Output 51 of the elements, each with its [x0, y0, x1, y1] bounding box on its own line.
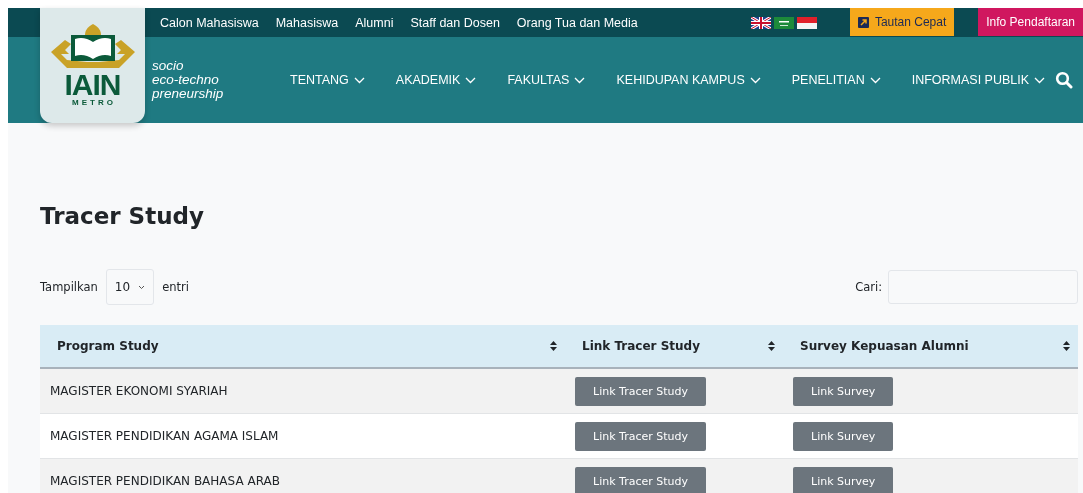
tagline-line: eco-techno — [152, 73, 220, 87]
survey-button[interactable]: Link Survey — [793, 466, 894, 493]
logo-card[interactable]: IAIN METRO — [40, 8, 145, 123]
search-icon[interactable] — [1055, 71, 1073, 89]
chevron-down-icon — [353, 76, 365, 84]
uk-flag-icon[interactable] — [750, 16, 771, 29]
search-label: Cari: — [855, 280, 882, 294]
program-name: MAGISTER PENDIDIKAN AGAMA ISLAM — [50, 429, 279, 443]
column-header[interactable]: Link Tracer Study — [582, 339, 701, 353]
nav-menu-item[interactable]: AKADEMIK — [395, 73, 477, 87]
tracer-study-button[interactable]: Link Tracer Study — [575, 421, 706, 451]
length-suffix: entri — [162, 280, 189, 294]
program-name: MAGISTER PENDIDIKAN BAHASA ARAB — [50, 474, 280, 488]
tracer-study-button[interactable]: Link Tracer Study — [575, 466, 706, 493]
sort-icon[interactable] — [550, 341, 557, 351]
indonesia-flag-icon[interactable] — [796, 16, 817, 29]
logo-name: IAIN — [64, 72, 121, 98]
chevron-down-icon — [465, 76, 477, 84]
tracer-study-button[interactable]: Link Tracer Study — [575, 376, 706, 406]
tagline-line: socio — [152, 59, 185, 73]
sort-icon[interactable] — [768, 341, 775, 351]
top-link[interactable]: Mahasiswa — [275, 15, 339, 30]
chevron-down-icon — [869, 76, 881, 84]
register-button[interactable]: Info Pendaftaran — [978, 8, 1083, 36]
nav-menu-item[interactable]: INFORMASI PUBLIK — [911, 73, 1046, 87]
chevron-down-icon — [574, 76, 586, 84]
saudi-flag-icon[interactable] — [773, 16, 794, 29]
top-link[interactable]: Alumni — [355, 15, 394, 30]
nav-menu-item[interactable]: PENELITIAN — [791, 73, 881, 87]
length-label: Tampilkan — [40, 280, 98, 294]
program-name: MAGISTER EKONOMI SYARIAH — [50, 384, 228, 398]
chevron-down-icon — [1034, 76, 1046, 84]
sort-icon[interactable] — [1063, 341, 1070, 351]
survey-button[interactable]: Link Survey — [793, 376, 894, 406]
nav-menu-item[interactable]: KEHIDUPAN KAMPUS — [616, 73, 761, 87]
nav-menu-item[interactable]: TENTANG — [290, 73, 365, 87]
survey-button[interactable]: Link Survey — [793, 421, 894, 451]
tagline-line: preneurship — [152, 87, 225, 101]
chevron-down-icon — [749, 76, 761, 84]
external-link-icon — [857, 16, 869, 28]
entries-select[interactable]: 10 — [105, 269, 155, 305]
top-link[interactable]: Calon Mahasiswa — [160, 15, 259, 30]
column-header[interactable]: Program Study — [57, 339, 159, 353]
top-link[interactable]: Staff dan Dosen — [410, 15, 500, 30]
column-header[interactable]: Survey Kepuasan Alumni — [800, 339, 969, 353]
nav-menu-item[interactable]: FAKULTAS — [507, 73, 586, 87]
logo-subtitle: METRO — [72, 98, 116, 107]
top-link[interactable]: Orang Tua dan Media — [516, 15, 638, 30]
page-title: Tracer Study — [40, 202, 204, 231]
quick-links-button[interactable]: Tautan Cepat — [849, 8, 955, 36]
chevron-down-icon — [138, 284, 146, 290]
